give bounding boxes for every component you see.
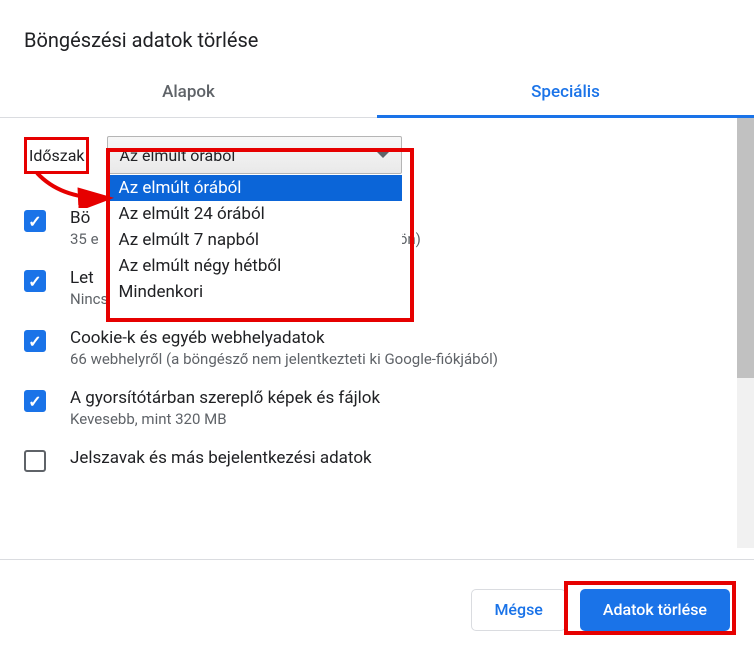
tab-advanced[interactable]: Speciális	[377, 68, 754, 118]
dropdown-option-all[interactable]: Mindenkori	[107, 279, 402, 305]
check-icon: ✓	[28, 392, 41, 411]
list-item: ✓ Cookie-k és egyéb webhelyadatok 66 web…	[24, 318, 730, 378]
checkbox-downloads[interactable]: ✓	[24, 270, 46, 292]
checkbox-history[interactable]: ✓	[24, 210, 46, 232]
item-text: A gyorsítótárban szereplő képek és fájlo…	[70, 388, 730, 428]
list-item: Jelszavak és más bejelentkezési adatok	[24, 438, 730, 482]
dropdown-option-4w[interactable]: Az elmúlt négy hétből	[107, 253, 402, 279]
check-icon: ✓	[28, 272, 41, 291]
dropdown-option-7d[interactable]: Az elmúlt 7 napból	[107, 227, 402, 253]
time-range-dropdown: Az elmúlt órából Az elmúlt 24 órából Az …	[107, 175, 402, 305]
time-range-select-wrapper: Az elmúlt órából Az elmúlt órából Az elm…	[107, 136, 402, 174]
check-icon: ✓	[28, 212, 41, 231]
confirm-button[interactable]: Adatok törlése	[580, 589, 730, 631]
dropdown-option-1h[interactable]: Az elmúlt órából	[107, 175, 402, 201]
time-range-label: Időszak	[24, 137, 89, 174]
list-item: ✓ A gyorsítótárban szereplő képek és fáj…	[24, 378, 730, 438]
item-text: Jelszavak és más bejelentkezési adatok	[70, 448, 730, 472]
scrollbar[interactable]	[737, 118, 754, 548]
item-subtitle: Kevesebb, mint 320 MB	[70, 410, 730, 428]
tab-basic[interactable]: Alapok	[0, 68, 377, 117]
item-title: A gyorsítótárban szereplő képek és fájlo…	[70, 388, 730, 408]
scrollbar-thumb[interactable]	[737, 118, 754, 378]
checkbox-cache[interactable]: ✓	[24, 390, 46, 412]
content-area: Időszak Az elmúlt órából Az elmúlt órábó…	[0, 118, 754, 548]
time-range-row: Időszak Az elmúlt órából Az elmúlt órábó…	[24, 136, 730, 174]
item-title: Cookie-k és egyéb webhelyadatok	[70, 328, 730, 348]
checkbox-passwords[interactable]	[24, 450, 46, 472]
item-subtitle: 66 webhelyről (a böngésző nem jelentkezt…	[70, 350, 730, 368]
check-icon: ✓	[28, 332, 41, 351]
checkbox-cookies[interactable]: ✓	[24, 330, 46, 352]
dropdown-option-24h[interactable]: Az elmúlt 24 órából	[107, 201, 402, 227]
dialog-footer: Mégse Adatok törlése	[0, 559, 754, 659]
item-title: Jelszavak és más bejelentkezési adatok	[70, 448, 730, 468]
cancel-button[interactable]: Mégse	[471, 589, 565, 631]
chevron-down-icon	[377, 152, 389, 158]
time-range-selected-value: Az elmúlt órából	[120, 146, 236, 165]
item-text: Cookie-k és egyéb webhelyadatok 66 webhe…	[70, 328, 730, 368]
time-range-select[interactable]: Az elmúlt órából	[107, 136, 402, 174]
dialog-title: Böngészési adatok törlése	[0, 0, 754, 68]
tabs: Alapok Speciális	[0, 68, 754, 118]
